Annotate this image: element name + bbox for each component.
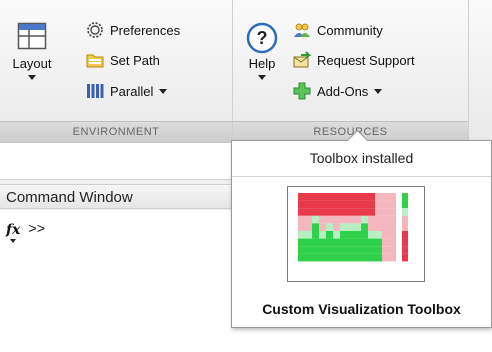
request-support-icon xyxy=(293,51,312,69)
set-path-label: Set Path xyxy=(110,52,160,68)
help-label: Help xyxy=(248,56,276,71)
layout-button[interactable]: Layout xyxy=(6,22,58,80)
fx-label: fx xyxy=(6,222,21,238)
folder-icon xyxy=(86,51,104,69)
help-button[interactable]: ? Help xyxy=(239,22,285,80)
command-prompt: >> xyxy=(28,222,46,238)
preferences-button[interactable]: Preferences xyxy=(86,21,180,39)
divider xyxy=(232,176,491,177)
community-label: Community xyxy=(317,22,383,38)
chevron-down-icon xyxy=(28,75,36,80)
fx-icon[interactable]: fx xyxy=(6,222,21,243)
parallel-icon xyxy=(86,82,104,100)
chevron-down-icon xyxy=(159,88,168,94)
addon-name[interactable]: Custom Visualization Toolbox xyxy=(232,301,491,317)
parallel-label: Parallel xyxy=(110,83,154,99)
chevron-down-icon xyxy=(258,75,266,80)
environment-section-label: ENVIRONMENT xyxy=(0,121,232,142)
layout-label: Layout xyxy=(12,56,52,71)
help-icon: ? xyxy=(246,22,278,54)
request-support-label: Request Support xyxy=(317,52,415,68)
gear-icon xyxy=(86,21,104,39)
heatmap-icon xyxy=(298,193,408,262)
popup-message: Toolbox installed xyxy=(309,150,414,166)
toolstrip: Layout Preferences Set Path Parallel ENV… xyxy=(0,0,492,143)
addons-button[interactable]: Add-Ons xyxy=(293,82,383,100)
set-path-button[interactable]: Set Path xyxy=(86,51,160,69)
svg-text:?: ? xyxy=(257,28,268,48)
chevron-down-icon xyxy=(10,239,16,243)
addons-icon xyxy=(293,82,311,100)
parallel-button[interactable]: Parallel xyxy=(86,82,168,100)
resources-section: ? Help Community Request Support Add-Ons… xyxy=(233,0,469,142)
preferences-label: Preferences xyxy=(110,22,181,38)
addon-thumbnail[interactable] xyxy=(287,186,425,282)
chevron-down-icon xyxy=(374,88,383,94)
community-button[interactable]: Community xyxy=(293,21,383,39)
toolbox-installed-popup: Toolbox installed Custom Visualization T… xyxy=(231,129,492,328)
addons-label: Add-Ons xyxy=(317,83,369,99)
environment-section: Layout Preferences Set Path Parallel ENV… xyxy=(0,0,233,142)
request-support-button[interactable]: Request Support xyxy=(293,51,415,69)
layout-icon xyxy=(17,22,47,50)
prompt-row: fx >> xyxy=(6,222,46,243)
community-icon xyxy=(293,21,311,39)
